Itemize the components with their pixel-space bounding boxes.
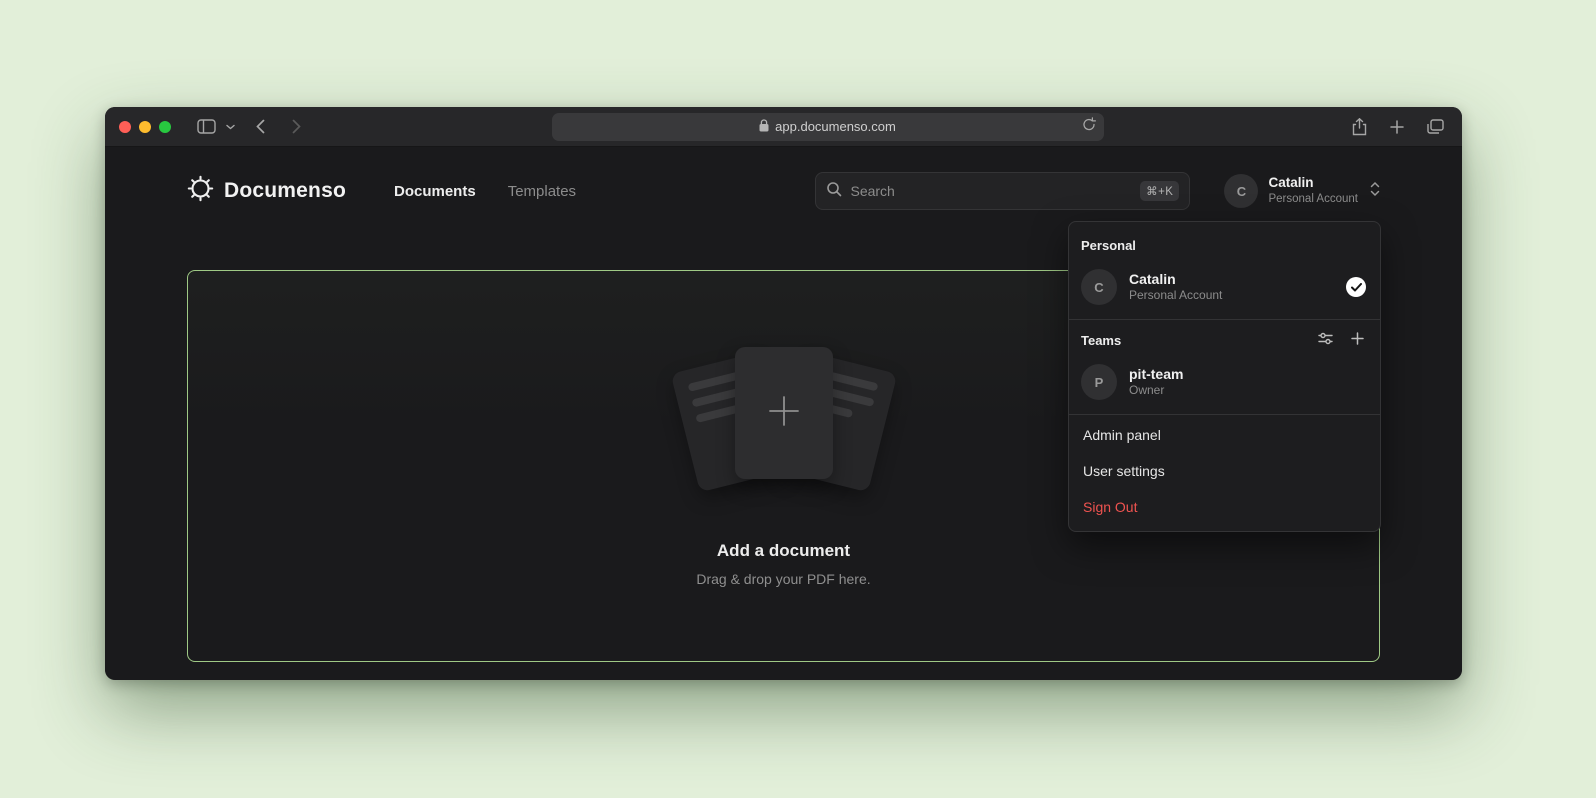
- account-subtitle: Personal Account: [1268, 192, 1358, 206]
- url-text: app.documenso.com: [775, 119, 896, 134]
- documenso-logo-icon: [187, 175, 214, 207]
- sidebar-dropdown-chevron-icon[interactable]: [223, 114, 237, 140]
- share-icon[interactable]: [1346, 114, 1372, 140]
- personal-section-label: Personal: [1069, 228, 1380, 261]
- menu-divider: [1069, 319, 1380, 320]
- reload-icon[interactable]: [1082, 117, 1096, 135]
- add-document-plus-icon: [767, 394, 801, 433]
- personal-account-subtitle: Personal Account: [1129, 288, 1222, 304]
- team-item[interactable]: P pit-team Owner: [1069, 356, 1380, 412]
- account-menu-trigger[interactable]: C Catalin Personal Account: [1224, 174, 1380, 208]
- teams-section-text: Teams: [1081, 333, 1121, 348]
- add-team-plus-icon[interactable]: [1351, 332, 1364, 348]
- brand-name: Documenso: [224, 179, 346, 203]
- search-icon: [826, 181, 842, 202]
- sidebar-toggle-icon[interactable]: [193, 114, 219, 140]
- account-avatar: C: [1224, 174, 1258, 208]
- nav-templates[interactable]: Templates: [508, 183, 576, 200]
- search-input[interactable]: [850, 183, 1132, 199]
- account-dropdown-menu: Personal C Catalin Personal Account Team…: [1068, 221, 1381, 532]
- personal-account-avatar: C: [1081, 269, 1117, 305]
- zoom-window-button[interactable]: [159, 121, 171, 133]
- search-bar[interactable]: ⌘+K: [815, 172, 1190, 210]
- brand[interactable]: Documenso: [187, 175, 346, 207]
- team-name: pit-team: [1129, 365, 1183, 383]
- team-avatar: P: [1081, 364, 1117, 400]
- close-window-button[interactable]: [119, 121, 131, 133]
- personal-account-name: Catalin: [1129, 270, 1222, 288]
- stacked-documents-illustration: [664, 345, 904, 505]
- browser-chrome: app.documenso.com: [105, 107, 1462, 147]
- lock-icon: [759, 119, 769, 135]
- personal-account-item[interactable]: C Catalin Personal Account: [1069, 261, 1380, 317]
- documenso-app-page: Documenso Documents Templates ⌘+K C: [105, 147, 1462, 679]
- dropzone-title: Add a document: [717, 541, 850, 561]
- main-nav: Documents Templates: [394, 183, 576, 200]
- tab-overview-icon[interactable]: [1422, 114, 1448, 140]
- teams-section-label: Teams: [1069, 322, 1380, 356]
- account-meta: Catalin Personal Account: [1268, 175, 1358, 206]
- search-shortcut-badge: ⌘+K: [1140, 181, 1179, 201]
- browser-window: app.documenso.com: [105, 107, 1462, 680]
- teams-section-icons: [1318, 332, 1364, 348]
- selected-check-icon: [1346, 277, 1366, 297]
- chrome-right-controls: [1346, 114, 1448, 140]
- document-card-center: [735, 347, 833, 479]
- personal-account-meta: Catalin Personal Account: [1129, 270, 1222, 304]
- chevron-up-down-icon: [1370, 181, 1380, 202]
- menu-divider: [1069, 414, 1380, 415]
- account-name: Catalin: [1268, 175, 1358, 192]
- dropzone-subtitle: Drag & drop your PDF here.: [696, 571, 870, 587]
- team-role: Owner: [1129, 383, 1183, 399]
- minimize-window-button[interactable]: [139, 121, 151, 133]
- menu-item-user-settings[interactable]: User settings: [1069, 453, 1380, 489]
- nav-documents[interactable]: Documents: [394, 183, 476, 200]
- traffic-lights: [119, 121, 171, 133]
- menu-item-sign-out[interactable]: Sign Out: [1069, 489, 1380, 525]
- new-tab-plus-icon[interactable]: [1384, 114, 1410, 140]
- back-button-icon[interactable]: [247, 114, 273, 140]
- forward-button-icon[interactable]: [283, 114, 309, 140]
- manage-teams-icon[interactable]: [1318, 332, 1333, 348]
- team-meta: pit-team Owner: [1129, 365, 1183, 399]
- address-bar[interactable]: app.documenso.com: [552, 113, 1104, 141]
- menu-item-admin-panel[interactable]: Admin panel: [1069, 417, 1380, 453]
